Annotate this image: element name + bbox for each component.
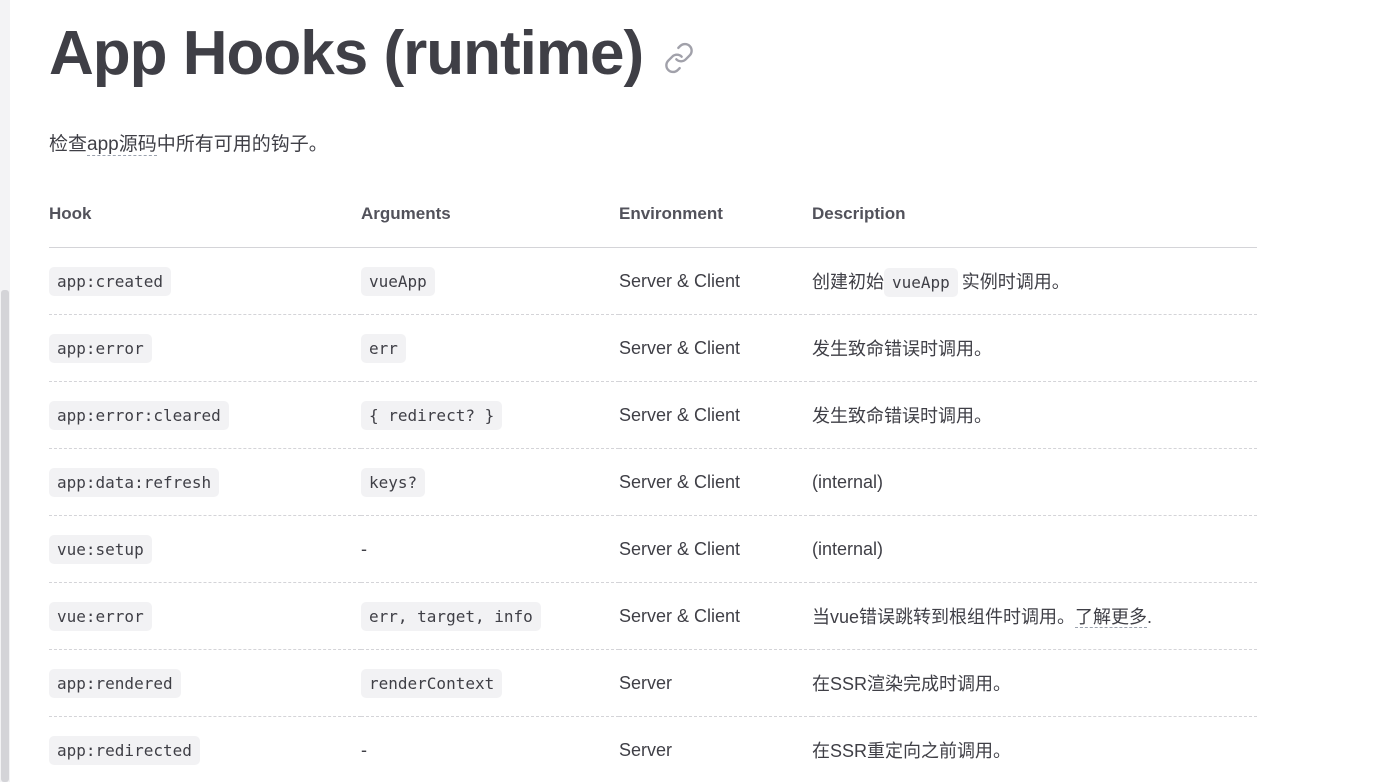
hook-environment: Server & Client [619, 248, 812, 315]
description-text: 当vue错误跳转到根组件时调用。 [812, 607, 1075, 627]
hook-arguments: err [361, 334, 406, 363]
table-row: vue:setup - Server & Client (internal) [49, 516, 1257, 583]
hook-environment: Server & Client [619, 315, 812, 382]
hook-description: 发生致命错误时调用。 [812, 382, 1257, 449]
description-code: vueApp [884, 268, 958, 297]
hook-description: (internal) [812, 516, 1257, 583]
hook-arguments: err, target, info [361, 602, 541, 631]
table-row: app:redirected - Server 在SSR重定向之前调用。 [49, 717, 1257, 783]
intro-abbreviation[interactable]: app源码 [87, 134, 157, 156]
scrollbar-track[interactable] [0, 0, 10, 782]
hook-name: vue:setup [49, 535, 152, 564]
hook-description: (internal) [812, 449, 1257, 516]
hook-environment: Server [619, 650, 812, 717]
column-header-hook: Hook [49, 181, 361, 248]
hook-description: 创建初始vueApp实例时调用。 [812, 248, 1257, 315]
table-row: app:created vueApp Server & Client 创建初始v… [49, 248, 1257, 315]
intro-paragraph: 检查app源码中所有可用的钩子。 [49, 131, 328, 159]
hook-name: app:error [49, 334, 152, 363]
column-header-environment: Environment [619, 181, 812, 248]
hook-arguments: - [361, 516, 619, 583]
table-row: app:data:refresh keys? Server & Client (… [49, 449, 1257, 516]
hook-name: app:redirected [49, 736, 200, 765]
hook-description: 当vue错误跳转到根组件时调用。了解更多. [812, 583, 1257, 650]
column-header-arguments: Arguments [361, 181, 619, 248]
hook-arguments: keys? [361, 468, 425, 497]
intro-text: 检查 [49, 134, 87, 155]
hook-name: app:rendered [49, 669, 181, 698]
hook-arguments: vueApp [361, 267, 435, 296]
hook-environment: Server & Client [619, 516, 812, 583]
hook-description: 在SSR重定向之前调用。 [812, 717, 1257, 783]
learn-more-link[interactable]: 了解更多 [1075, 607, 1147, 628]
hook-environment: Server & Client [619, 382, 812, 449]
table-row: vue:error err, target, info Server & Cli… [49, 583, 1257, 650]
hook-arguments: { redirect? } [361, 401, 502, 430]
table-header-row: Hook Arguments Environment Description [49, 181, 1257, 248]
hook-environment: Server & Client [619, 583, 812, 650]
hooks-table: Hook Arguments Environment Description a… [49, 181, 1257, 783]
intro-text-rest: 中所有可用的钩子。 [157, 134, 328, 155]
hook-environment: Server & Client [619, 449, 812, 516]
description-text-rest: 实例时调用。 [962, 272, 1070, 292]
hook-description: 发生致命错误时调用。 [812, 315, 1257, 382]
hook-name: vue:error [49, 602, 152, 631]
hook-name: app:error:cleared [49, 401, 229, 430]
hook-arguments: renderContext [361, 669, 502, 698]
page-heading: App Hooks (runtime) [49, 18, 695, 90]
column-header-description: Description [812, 181, 1257, 248]
table-row: app:error:cleared { redirect? } Server &… [49, 382, 1257, 449]
hook-description: 在SSR渲染完成时调用。 [812, 650, 1257, 717]
hook-name: app:created [49, 267, 171, 296]
table-row: app:error err Server & Client 发生致命错误时调用。 [49, 315, 1257, 382]
description-text-rest: . [1147, 607, 1152, 627]
table-row: app:rendered renderContext Server 在SSR渲染… [49, 650, 1257, 717]
link-icon[interactable] [663, 42, 695, 74]
hook-arguments: - [361, 717, 619, 783]
page-title: App Hooks (runtime) [49, 18, 643, 90]
hook-environment: Server [619, 717, 812, 783]
hook-name: app:data:refresh [49, 468, 219, 497]
scrollbar-thumb[interactable] [1, 290, 9, 782]
description-text: 创建初始 [812, 272, 884, 292]
